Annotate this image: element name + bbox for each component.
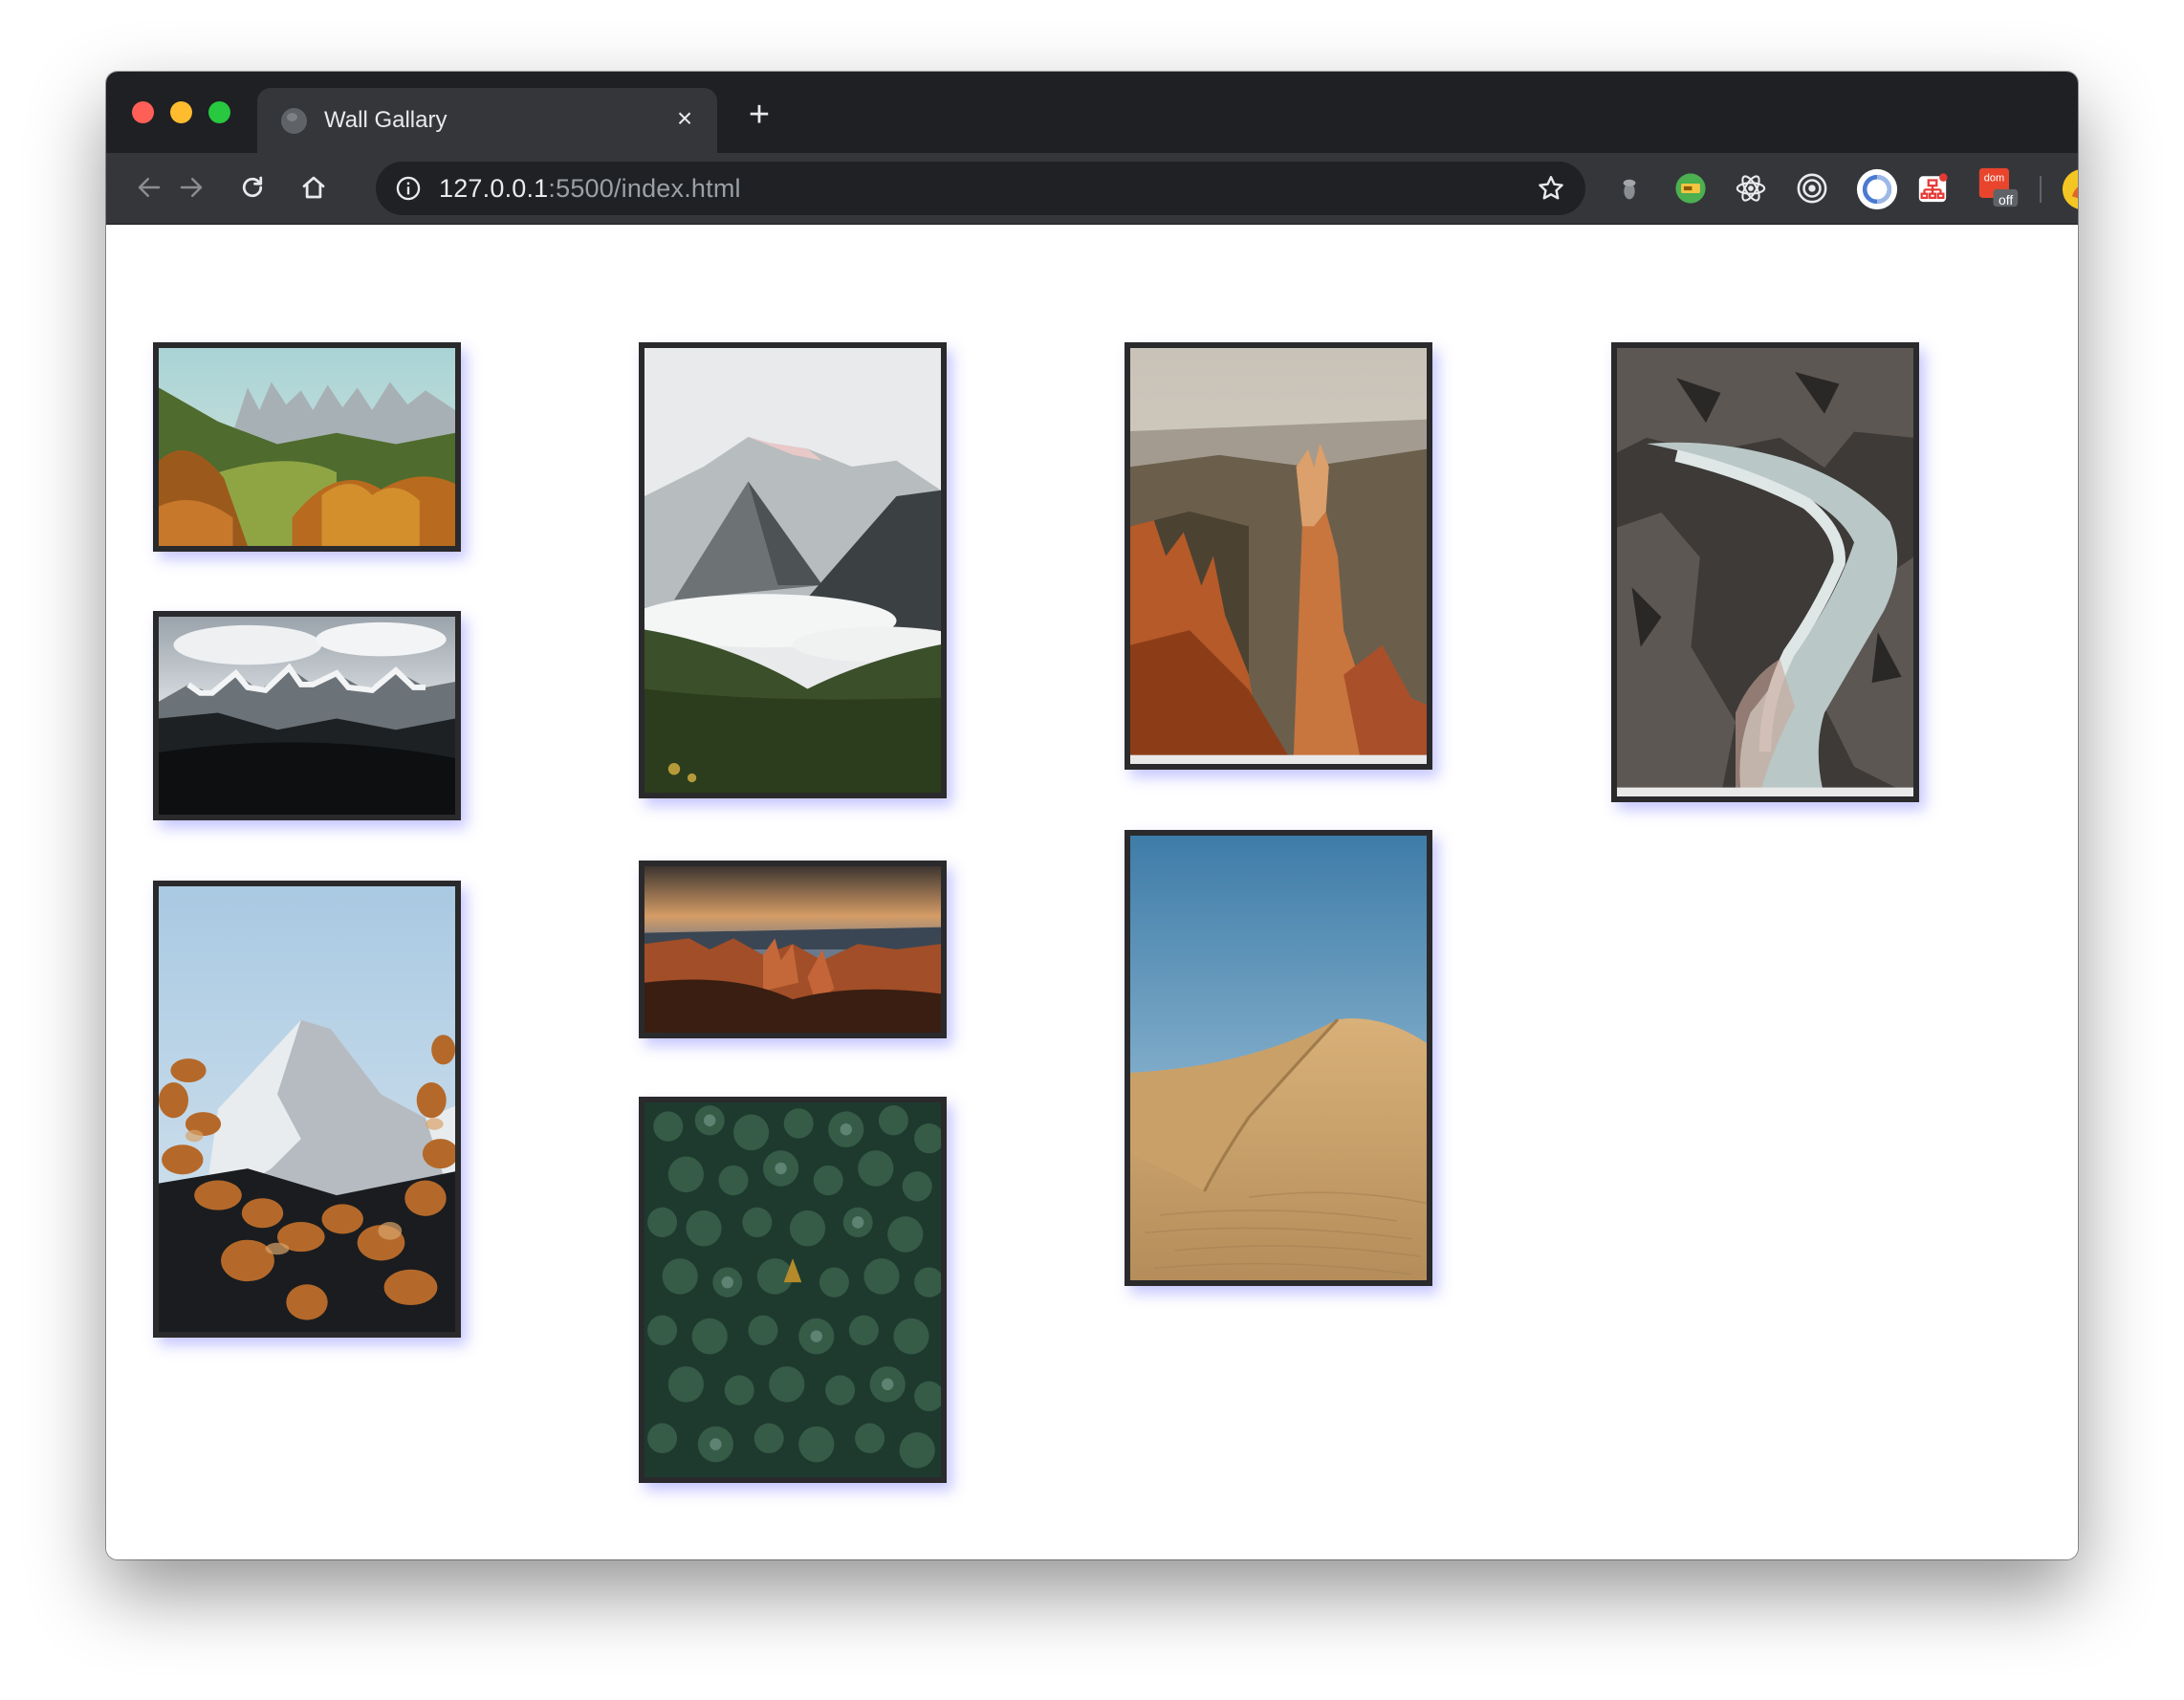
extension-ticket-icon[interactable]: [1674, 172, 1707, 205]
extension-swirl-icon[interactable]: [1856, 168, 1898, 210]
url-host: 127.0.0.1: [439, 174, 549, 203]
arrow-left-icon: [138, 178, 161, 197]
extension-off-icon[interactable]: dom off: [1977, 166, 2020, 208]
url-text[interactable]: 127.0.0.1:5500/index.html: [439, 174, 741, 204]
window-minimize-button[interactable]: [170, 101, 192, 123]
ticket-icon: [1675, 173, 1706, 204]
url-path: :5500/index.html: [548, 174, 741, 203]
tab-close-button[interactable]: ×: [669, 103, 700, 134]
target-icon: [1797, 173, 1827, 204]
photo-canyon-spire[interactable]: [1125, 342, 1432, 770]
extension-target-icon[interactable]: [1796, 172, 1828, 205]
forward-button[interactable]: [171, 167, 211, 207]
browser-tab[interactable]: Wall Gallary ×: [257, 88, 717, 153]
photo-peak-autumn-leaves[interactable]: [153, 881, 461, 1338]
extension-react-icon[interactable]: [1735, 172, 1767, 205]
address-bar[interactable]: 127.0.0.1:5500/index.html: [376, 162, 1585, 215]
photo-autumn-valley[interactable]: [153, 342, 461, 552]
tab-title: Wall Gallary: [324, 107, 448, 133]
svg-text:dom: dom: [1984, 173, 2004, 185]
tab-strip: Wall Gallary × +: [106, 72, 2078, 153]
swirl-icon: [1856, 168, 1898, 210]
reload-button[interactable]: [232, 167, 273, 207]
profile-avatar[interactable]: [2062, 168, 2078, 210]
arrow-right-icon: [180, 178, 203, 197]
photo-snowy-mountains[interactable]: [153, 611, 461, 820]
sitemap-icon: [1918, 173, 1948, 203]
photo-misty-valley[interactable]: [639, 342, 947, 798]
new-tab-button[interactable]: +: [742, 97, 776, 133]
avatar-icon: [2062, 169, 2078, 209]
back-button[interactable]: [129, 167, 169, 207]
extension-tree-icon[interactable]: [1916, 172, 1949, 205]
photo-canyon-sunset[interactable]: [639, 861, 947, 1038]
info-icon[interactable]: [395, 175, 422, 202]
photo-rocky-gorge[interactable]: [1611, 342, 1919, 802]
page-content: [106, 225, 2078, 1559]
extension-acorn-icon[interactable]: [1613, 172, 1646, 205]
photo-sand-dune[interactable]: [1125, 830, 1432, 1286]
browser-window: Wall Gallary × + 127.0.0.1:5500/index.ht…: [106, 72, 2078, 1559]
globe-icon: [281, 108, 307, 134]
window-maximize-button[interactable]: [208, 101, 230, 123]
extension-off-badge: off: [1998, 192, 2014, 207]
reload-icon: [242, 176, 263, 198]
home-button[interactable]: [294, 167, 334, 207]
home-icon: [302, 176, 325, 199]
toolbar-divider: [2040, 176, 2042, 203]
react-icon: [1736, 175, 1766, 202]
browser-toolbar: 127.0.0.1:5500/index.html dom off: [106, 153, 2078, 225]
window-close-button[interactable]: [132, 101, 154, 123]
acorn-icon: [1623, 179, 1636, 200]
photo-pine-forest[interactable]: [639, 1097, 947, 1483]
bookmark-star-icon[interactable]: [1536, 173, 1566, 204]
